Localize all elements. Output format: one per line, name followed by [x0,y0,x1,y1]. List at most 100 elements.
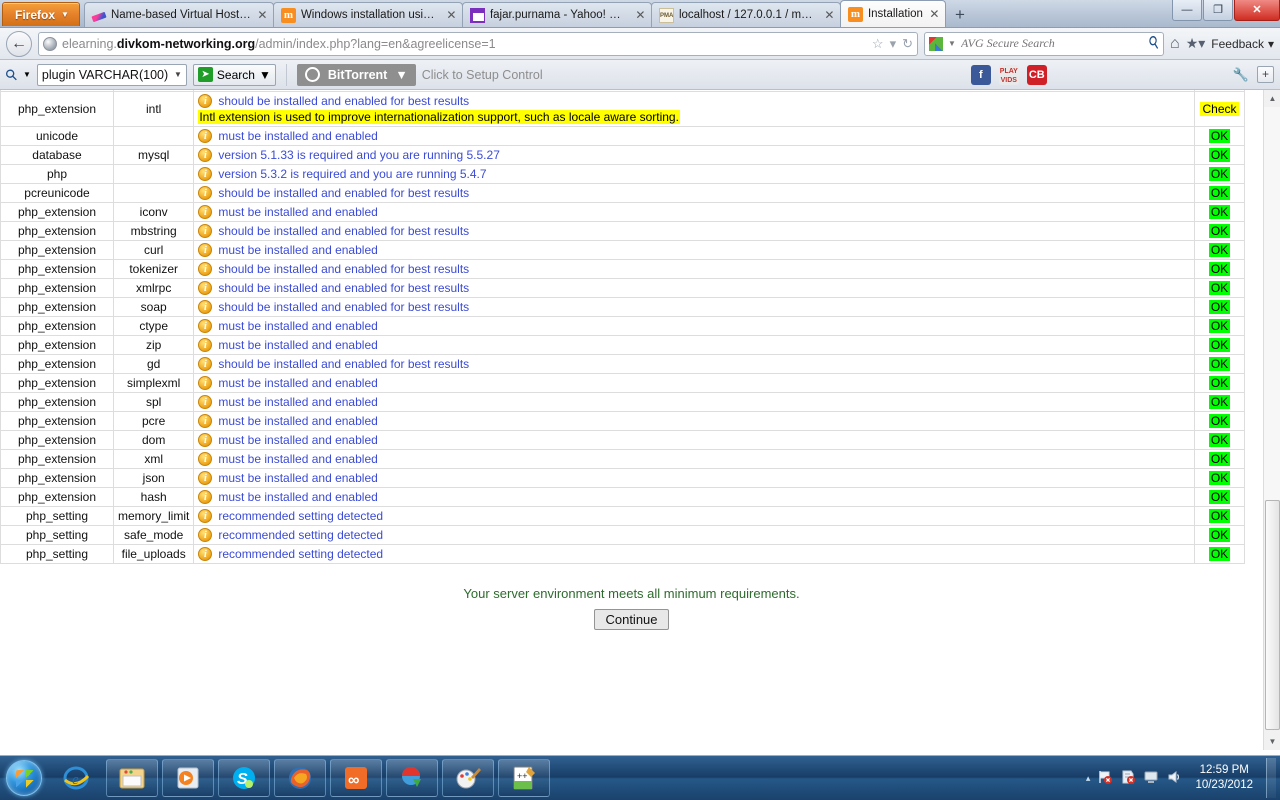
plus-icon[interactable]: + [1257,66,1274,83]
message-link[interactable]: must be installed and enabled [218,243,377,257]
message-link[interactable]: must be installed and enabled [218,452,377,466]
message-detail: Intl extension is used to improve intern… [198,110,680,124]
browser-tab-4-active[interactable]: m Installation ✕ [839,0,946,27]
message-link[interactable]: should be installed and enabled for best… [218,357,469,371]
continue-button[interactable]: Continue [594,609,669,630]
scroll-up-arrow-icon[interactable]: ▲ [1264,90,1280,107]
taskbar-idm[interactable] [386,759,438,797]
reload-icon[interactable]: ↻ [902,36,913,52]
taskbar-skype[interactable]: S [218,759,270,797]
volume-icon[interactable] [1166,769,1182,788]
message-link[interactable]: version 5.3.2 is required and you are ru… [218,167,486,181]
message-link[interactable]: should be installed and enabled for best… [218,262,469,276]
cell-name: php_extension [0,202,114,222]
taskbar-notepad-plus-plus[interactable]: ++ [498,759,550,797]
message-link[interactable]: must be installed and enabled [218,129,377,143]
message-link[interactable]: must be installed and enabled [218,471,377,485]
close-icon[interactable]: ✕ [823,9,836,22]
close-icon[interactable]: ✕ [928,8,941,21]
browser-tab-3[interactable]: PMA localhost / 127.0.0.1 / moodl... ✕ [650,2,841,27]
taskbar-media-player[interactable] [162,759,214,797]
taskbar-internet-explorer[interactable]: e [50,759,102,797]
environment-table: openssl Installing the optional OpenSSL … [0,90,1245,564]
scroll-down-arrow-icon[interactable]: ▼ [1264,733,1280,750]
show-hidden-icons-button[interactable]: ▴ [1086,773,1091,784]
vertical-scrollbar[interactable]: ▲ ▼ [1263,90,1280,750]
search-button[interactable]: ➤ Search ▼ [192,63,276,86]
message-link[interactable]: should be installed and enabled for best… [218,224,469,238]
message-link[interactable]: recommended setting detected [218,528,383,542]
message-link[interactable]: should be installed and enabled for best… [218,300,469,314]
message-link[interactable]: should be installed and enabled for best… [218,186,469,200]
firefox-menu-button[interactable]: Firefox ▼ [2,2,80,26]
message-link[interactable]: must be installed and enabled [218,205,377,219]
bookmark-star-icon[interactable]: ☆ [872,36,884,52]
start-button[interactable] [2,758,46,798]
message-link[interactable]: must be installed and enabled [218,490,377,504]
status-badge: OK [1208,414,1231,428]
search-icon[interactable]: ⚲ [1143,33,1164,54]
wrench-icon[interactable]: 🔧 [1233,67,1249,83]
message-link[interactable]: must be installed and enabled [218,433,377,447]
environment-rows: php_extension intl i should be installed an… [0,91,1245,564]
taskbar-firefox[interactable] [274,759,326,797]
status-badge: OK [1208,452,1231,466]
network-flag-icon[interactable] [1097,769,1113,788]
address-bar[interactable]: elearning.divkom-networking.org/admin/in… [38,31,919,56]
browser-tab-0[interactable]: Name-based Virtual Host Su... ✕ [83,2,274,27]
bittorrent-control[interactable]: BitTorrent ▼ [296,63,416,86]
cell-message: i recommended setting detected [193,544,1195,564]
search-icon[interactable]: ⚲ [1,64,22,85]
taskbar-xampp[interactable]: ∞ [330,759,382,797]
message-link[interactable]: should be installed and enabled for best… [218,94,469,108]
scrollbar-track[interactable] [1264,107,1280,500]
message-link[interactable]: must be installed and enabled [218,338,377,352]
close-icon[interactable]: ✕ [445,9,458,22]
message-link[interactable]: must be installed and enabled [218,414,377,428]
cb-icon[interactable]: CB [1026,64,1047,85]
setup-control-hint[interactable]: Click to Setup Control [422,68,543,82]
message-link[interactable]: must be installed and enabled [218,319,377,333]
action-center-icon[interactable] [1120,769,1136,788]
close-icon[interactable]: ✕ [256,9,269,22]
message-link[interactable]: version 5.1.33 is required and you are r… [218,148,500,162]
home-icon[interactable]: ⌂ [1170,35,1180,53]
restore-button[interactable]: ❐ [1203,0,1233,21]
playvids-icon[interactable]: PLAY VIDS [998,64,1019,85]
chevron-down-icon[interactable]: ▼ [948,39,956,48]
chevron-down-icon[interactable]: ▼ [23,70,31,79]
search-bar[interactable]: ▼ ⚲ [924,31,1165,56]
chevron-down-icon: ▼ [174,70,182,79]
close-icon[interactable]: ✕ [634,9,647,22]
show-desktop-button[interactable] [1266,758,1276,798]
facebook-icon[interactable]: f [970,64,991,85]
message-link[interactable]: must be installed and enabled [218,376,377,390]
back-button[interactable]: ← [6,30,32,57]
new-tab-button[interactable]: + [949,5,971,27]
message-link[interactable]: must be installed and enabled [218,395,377,409]
info-icon: i [198,547,213,561]
scrollbar-thumb[interactable] [1265,500,1280,730]
taskbar-paint[interactable] [442,759,494,797]
search-input[interactable] [960,36,1144,51]
bookmarks-icon[interactable]: ★▾ [1186,35,1206,52]
feedback-button[interactable]: Feedback ▾ [1211,37,1274,51]
chevron-down-icon[interactable]: ▾ [890,36,897,52]
message-link[interactable]: should be installed and enabled for best… [218,281,469,295]
browser-tab-1[interactable]: m Windows installation using X... ✕ [272,2,463,27]
summary-message: Your server environment meets all minimu… [463,586,800,601]
cell-status: OK [1194,354,1245,374]
clock-date: 10/23/2012 [1195,779,1253,791]
cell-name: database [0,145,114,165]
search-scope-select[interactable]: plugin VARCHAR(100) ▼ [36,63,187,86]
display-icon[interactable] [1143,769,1159,788]
browser-tab-2[interactable]: fajar.purnama - Yahoo! Mail ✕ [461,2,652,27]
message-link[interactable]: recommended setting detected [218,509,383,523]
clock[interactable]: 12:59 PM 10/23/2012 [1189,763,1259,793]
message-link[interactable]: recommended setting detected [218,547,383,561]
table-row: php_setting safe_mode i recommended setting… [0,525,1245,545]
taskbar-file-explorer[interactable] [106,759,158,797]
toolbar-divider [285,63,287,86]
close-window-button[interactable]: ✕ [1234,0,1280,21]
minimize-button[interactable]: — [1172,0,1202,21]
